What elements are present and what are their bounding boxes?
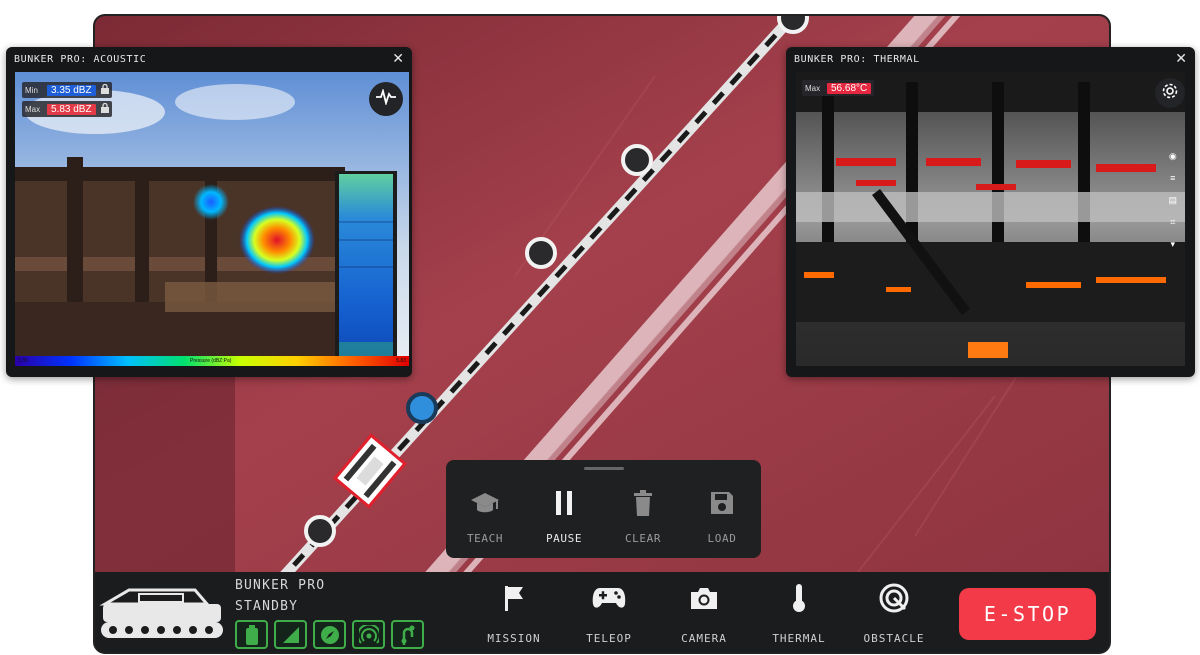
panel-title: BUNKER PRO: ACOUSTIC	[14, 54, 147, 65]
settings-button[interactable]	[1155, 78, 1185, 108]
crop-icon[interactable]: ⌗	[1170, 216, 1175, 228]
obstacle-icon	[879, 580, 909, 616]
radar-icon	[352, 620, 385, 649]
max-readout: Max 5.83 dBZ	[22, 101, 112, 117]
waveform-button[interactable]	[369, 82, 403, 116]
max-value: 5.83 dBZ	[47, 103, 96, 115]
pause-icon	[553, 486, 575, 520]
acoustic-panel: BUNKER PRO: ACOUSTIC ✕ Min 3.35 dBZ Max …	[6, 47, 412, 377]
sensor-icon	[391, 620, 424, 649]
teach-button[interactable]: TEACH	[446, 486, 524, 545]
mission-tool-palette: TEACH PAUSE CLEAR LOAD	[446, 460, 761, 558]
pause-button[interactable]: PAUSE	[525, 486, 603, 545]
app-root: BUNKER PRO STANDBY MISSION TELEOP CAMERA…	[0, 0, 1200, 655]
save-icon	[710, 486, 734, 520]
lock-icon[interactable]	[100, 83, 109, 96]
panel-title: BUNKER PRO: THERMAL	[794, 54, 920, 65]
waveform-icon	[376, 87, 396, 110]
lock-icon[interactable]	[100, 102, 109, 115]
compass-icon	[313, 620, 346, 649]
estop-button[interactable]: E-STOP	[959, 588, 1096, 640]
close-icon[interactable]: ✕	[1175, 51, 1187, 65]
sliders-icon[interactable]: ≡	[1170, 172, 1175, 184]
camera-button[interactable]: CAMERA	[659, 580, 749, 650]
acoustic-colorbar: 3.35 Pressure (dBZ:Pa) 5.83	[15, 356, 409, 366]
min-value: 3.35 dBZ	[47, 84, 96, 96]
flag-icon	[503, 580, 525, 616]
thermal-panel: BUNKER PRO: THERMAL ✕ Max 56.68°C ◉ ≡ ▤ …	[786, 47, 1195, 377]
waypoint[interactable]	[777, 16, 809, 34]
clear-button[interactable]: CLEAR	[604, 486, 682, 545]
max-value: 56.68°C	[827, 82, 872, 94]
robot-status: STANDBY	[235, 599, 299, 614]
teleop-button[interactable]: TELEOP	[564, 580, 654, 650]
thermometer-icon	[791, 580, 807, 616]
save-icon[interactable]: ▤	[1168, 194, 1177, 206]
battery-icon	[235, 620, 268, 649]
thermal-side-tools: ◉ ≡ ▤ ⌗ ▾	[1168, 150, 1177, 250]
signal-icon	[274, 620, 307, 649]
min-readout: Min 3.35 dBZ	[22, 82, 112, 98]
robot-icon	[99, 584, 229, 644]
control-bar: BUNKER PRO STANDBY MISSION TELEOP CAMERA…	[95, 572, 1109, 652]
graduation-cap-icon	[470, 486, 500, 520]
camera-icon	[689, 580, 719, 616]
palette-drag-handle[interactable]	[584, 467, 624, 470]
mission-button[interactable]: MISSION	[469, 580, 559, 650]
waypoint-active[interactable]	[406, 392, 438, 424]
waypoint[interactable]	[304, 515, 336, 547]
close-icon[interactable]: ✕	[392, 51, 404, 65]
thermal-view: Max 56.68°C ◉ ≡ ▤ ⌗ ▾	[796, 72, 1185, 366]
max-readout: Max 56.68°C	[802, 80, 875, 96]
trash-icon	[633, 486, 653, 520]
gamepad-icon	[592, 580, 626, 616]
load-button[interactable]: LOAD	[683, 486, 761, 545]
thermal-button[interactable]: THERMAL	[754, 580, 844, 650]
obstacle-button[interactable]: OBSTACLE	[849, 580, 939, 650]
acoustic-view: Min 3.35 dBZ Max 5.83 dBZ 3.35 Pressure …	[15, 72, 409, 366]
status-indicators	[235, 620, 424, 649]
waypoint[interactable]	[621, 144, 653, 176]
filter-icon[interactable]: ▾	[1170, 238, 1175, 250]
eye-icon[interactable]: ◉	[1169, 150, 1177, 162]
gear-icon	[1161, 82, 1179, 105]
waypoint[interactable]	[525, 237, 557, 269]
robot-name: BUNKER PRO	[235, 578, 326, 593]
